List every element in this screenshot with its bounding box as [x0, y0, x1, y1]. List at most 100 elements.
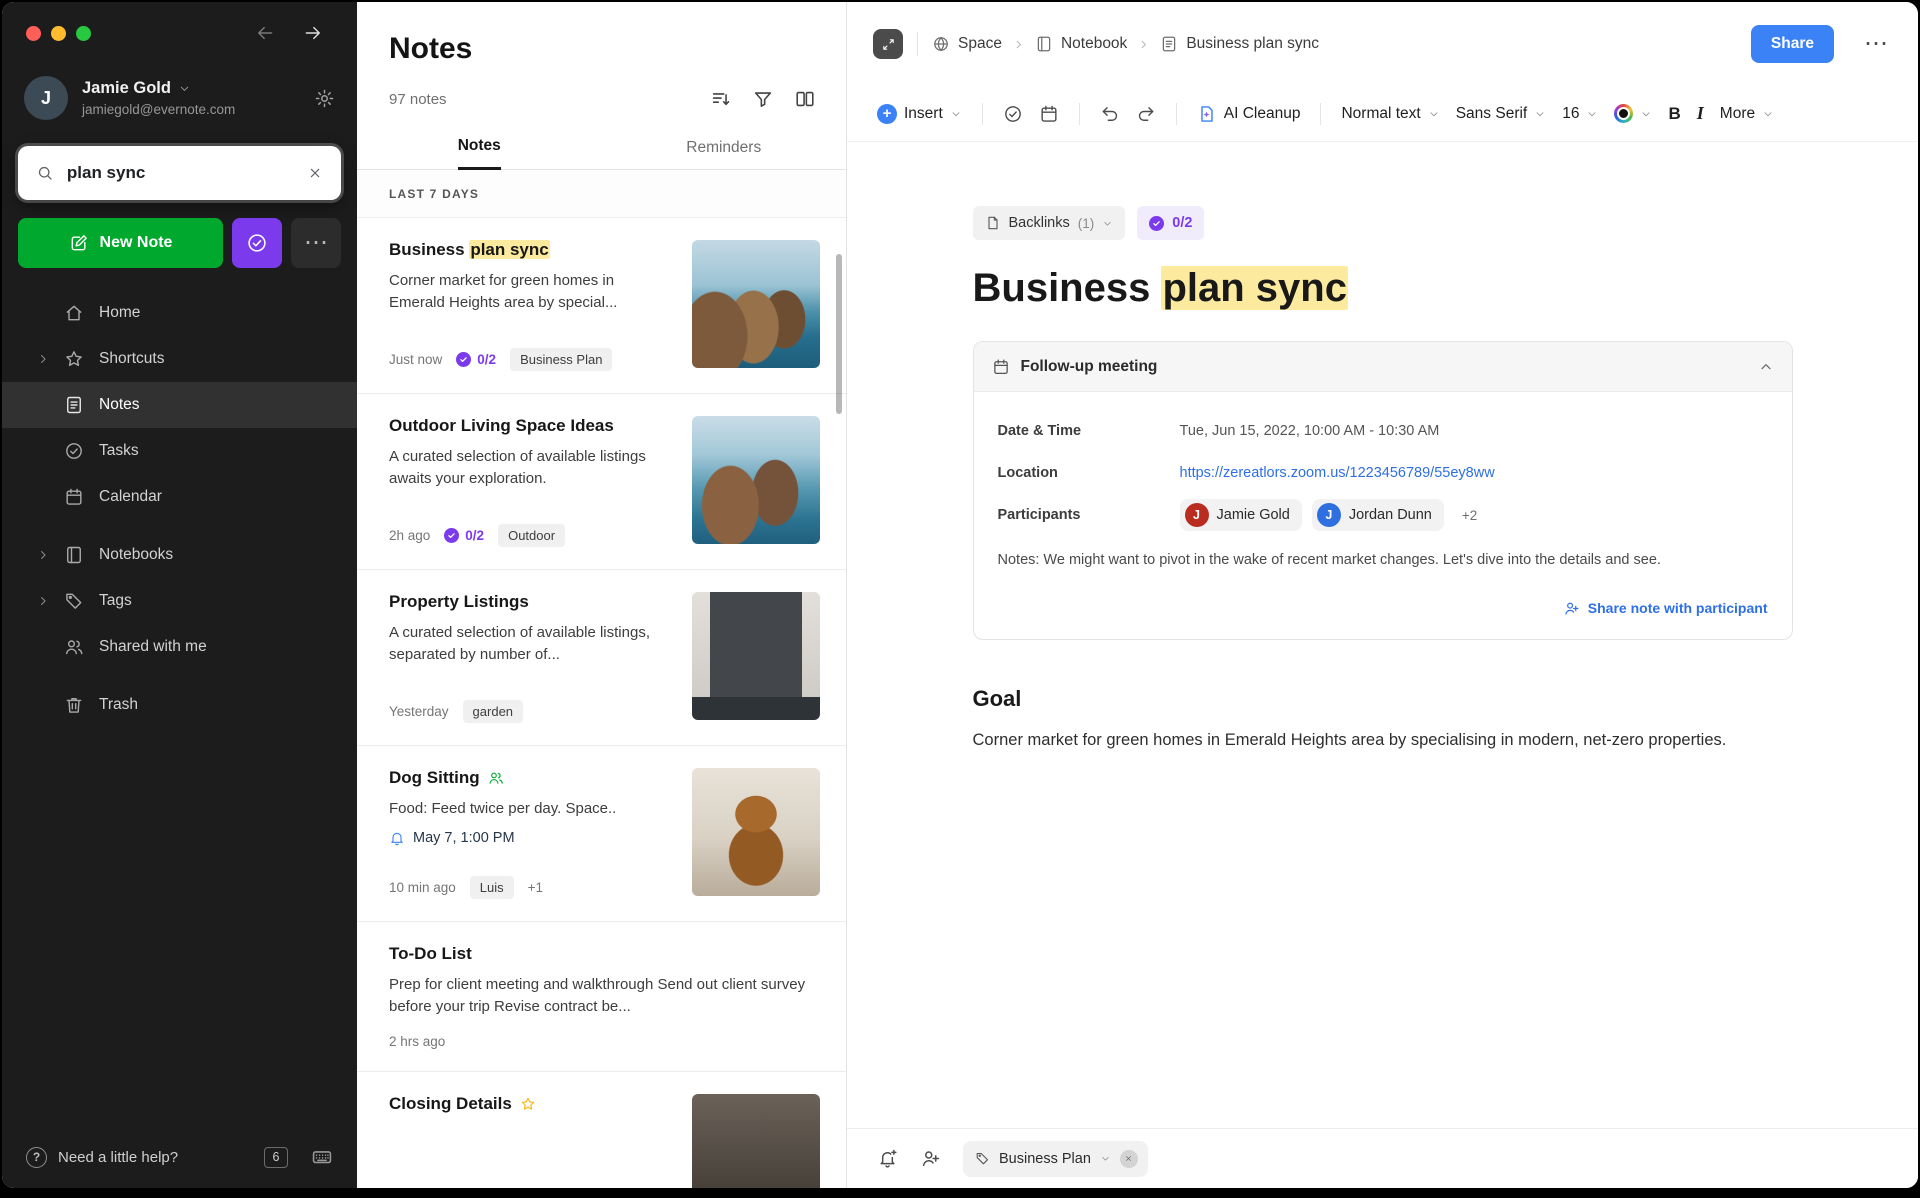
zoom-window-button[interactable] [76, 26, 91, 41]
sidebar-item-tasks[interactable]: Tasks [2, 428, 357, 474]
font-size-dropdown[interactable]: 16 [1562, 105, 1598, 123]
note-tag-chip[interactable]: Luis [470, 876, 514, 899]
sidebar-item-notebooks[interactable]: Notebooks [2, 532, 357, 578]
chevron-right-icon[interactable] [36, 548, 50, 562]
note-card-to-do-list[interactable]: To-Do List Prep for client meeting and w… [357, 922, 846, 1072]
search-input-container[interactable] [18, 146, 341, 200]
help-label[interactable]: Need a little help? [58, 1149, 178, 1166]
add-reminder-icon[interactable] [877, 1148, 898, 1169]
note-card-time: Yesterday [389, 704, 449, 719]
redo-icon[interactable] [1136, 104, 1156, 124]
note-tag-chip[interactable]: garden [463, 700, 523, 723]
clear-search-icon[interactable] [307, 164, 323, 182]
add-participant-icon[interactable] [920, 1148, 941, 1169]
note-tag-chip[interactable]: Business Plan [510, 348, 612, 371]
chevron-up-icon[interactable] [1758, 359, 1774, 375]
font-family-dropdown[interactable]: Sans Serif [1456, 105, 1547, 123]
more-formatting-dropdown[interactable]: More [1720, 105, 1774, 123]
more-actions-button[interactable]: ⋯ [291, 218, 341, 268]
bold-button[interactable]: B [1668, 104, 1680, 124]
navigate-forward-icon[interactable] [303, 23, 323, 43]
italic-button[interactable]: I [1697, 103, 1704, 124]
chevron-down-icon [1586, 108, 1598, 120]
expand-note-button[interactable] [873, 29, 903, 59]
insert-calendar-icon[interactable] [1039, 104, 1059, 124]
tab-notes[interactable]: Notes [357, 124, 602, 169]
sort-icon[interactable] [710, 88, 732, 110]
backlinks-chip[interactable]: Backlinks (1) [973, 206, 1126, 240]
insert-task-icon[interactable] [1003, 104, 1023, 124]
chevron-down-icon [1640, 108, 1652, 120]
new-note-button[interactable]: New Note [18, 218, 223, 268]
task-check-icon [1149, 216, 1164, 231]
meeting-card-header[interactable]: Follow-up meeting [974, 342, 1792, 392]
bell-icon [389, 830, 405, 846]
breadcrumb-note[interactable]: Business plan sync [1160, 35, 1319, 53]
sidebar-item-label: Tags [99, 592, 132, 610]
note-tag-chip[interactable]: Outdoor [498, 524, 565, 547]
remove-tag-icon[interactable] [1120, 1150, 1138, 1168]
account-switcher[interactable]: J Jamie Gold jamiegold@evernote.com [2, 64, 357, 120]
task-check-icon [456, 352, 471, 367]
note-title[interactable]: Business plan sync [973, 266, 1793, 311]
note-card-closing-details[interactable]: Closing Details [357, 1072, 846, 1188]
note-card-dog-sitting[interactable]: Dog Sitting Food: Feed twice per day. Sp… [357, 746, 846, 922]
help-icon[interactable]: ? [26, 1147, 47, 1168]
new-task-button[interactable] [232, 218, 282, 268]
participant-avatar-2: J [1317, 503, 1341, 527]
notebook-tag-chip[interactable]: Business Plan [963, 1141, 1148, 1177]
text-style-dropdown[interactable]: Normal text [1341, 105, 1439, 123]
insert-button[interactable]: + Insert [877, 104, 962, 124]
layout-view-icon[interactable] [794, 88, 816, 110]
breadcrumb-notebook[interactable]: Notebook [1035, 35, 1127, 53]
filter-icon[interactable] [752, 88, 774, 110]
tab-reminders[interactable]: Reminders [602, 124, 847, 169]
sidebar-item-label: Trash [99, 696, 138, 714]
person-add-icon [1563, 600, 1580, 617]
goal-heading[interactable]: Goal [973, 686, 1793, 712]
scrollbar[interactable] [836, 254, 842, 414]
undo-icon[interactable] [1100, 104, 1120, 124]
share-button[interactable]: Share [1751, 25, 1834, 63]
goal-paragraph[interactable]: Corner market for green homes in Emerald… [973, 728, 1793, 753]
note-card-business-plan-sync[interactable]: Business plan sync Corner market for gre… [357, 218, 846, 394]
participant-chip[interactable]: J Jamie Gold [1180, 499, 1302, 531]
breadcrumb-space[interactable]: Space [932, 35, 1002, 53]
tag-icon [975, 1151, 990, 1166]
note-card-outdoor-living[interactable]: Outdoor Living Space Ideas A curated sel… [357, 394, 846, 570]
document-icon [985, 215, 1001, 231]
keyboard-shortcuts-icon[interactable] [311, 1146, 333, 1168]
sidebar-item-calendar[interactable]: Calendar [2, 474, 357, 520]
sidebar-item-label: Calendar [99, 488, 162, 506]
note-card-snippet: Prep for client meeting and walkthrough … [389, 974, 820, 1018]
note-card-snippet: A curated selection of available listing… [389, 446, 674, 490]
sidebar-item-shared-with-me[interactable]: Shared with me [2, 624, 357, 670]
ai-cleanup-button[interactable]: AI Cleanup [1197, 104, 1301, 124]
search-input[interactable] [67, 163, 294, 183]
new-note-label: New Note [100, 234, 173, 252]
chevron-right-icon[interactable] [36, 352, 50, 366]
sidebar-item-notes[interactable]: Notes [2, 382, 357, 428]
note-more-options-button[interactable]: ⋯ [1864, 32, 1888, 56]
participant-chip[interactable]: J Jordan Dunn [1312, 499, 1444, 531]
minimize-window-button[interactable] [51, 26, 66, 41]
meeting-location-link[interactable]: https://zereatlors.zoom.us/1223456789/55… [1180, 465, 1495, 481]
editor-toolbar: + Insert AI Cleanup Normal text Sans Ser… [847, 86, 1918, 142]
chevron-down-icon [1102, 218, 1113, 229]
chevron-right-icon[interactable] [36, 594, 50, 608]
gear-icon[interactable] [314, 88, 335, 109]
note-reminder: May 7, 1:00 PM [389, 830, 674, 846]
navigate-back-icon[interactable] [255, 23, 275, 43]
sidebar-item-home[interactable]: Home [2, 290, 357, 336]
sidebar-nav: Home Shortcuts Notes Tasks Calendar [2, 286, 357, 1188]
text-color-dropdown[interactable] [1614, 104, 1652, 123]
share-note-with-participant-link[interactable]: Share note with participant [1563, 600, 1768, 617]
sidebar-item-trash[interactable]: Trash [2, 682, 357, 728]
sidebar-item-shortcuts[interactable]: Shortcuts [2, 336, 357, 382]
close-window-button[interactable] [26, 26, 41, 41]
task-progress-chip[interactable]: 0/2 [1137, 206, 1204, 240]
note-card-title: Property Listings [389, 592, 674, 612]
sidebar-item-tags[interactable]: Tags [2, 578, 357, 624]
note-card-property-listings[interactable]: Property Listings A curated selection of… [357, 570, 846, 746]
window-titlebar [2, 2, 357, 64]
